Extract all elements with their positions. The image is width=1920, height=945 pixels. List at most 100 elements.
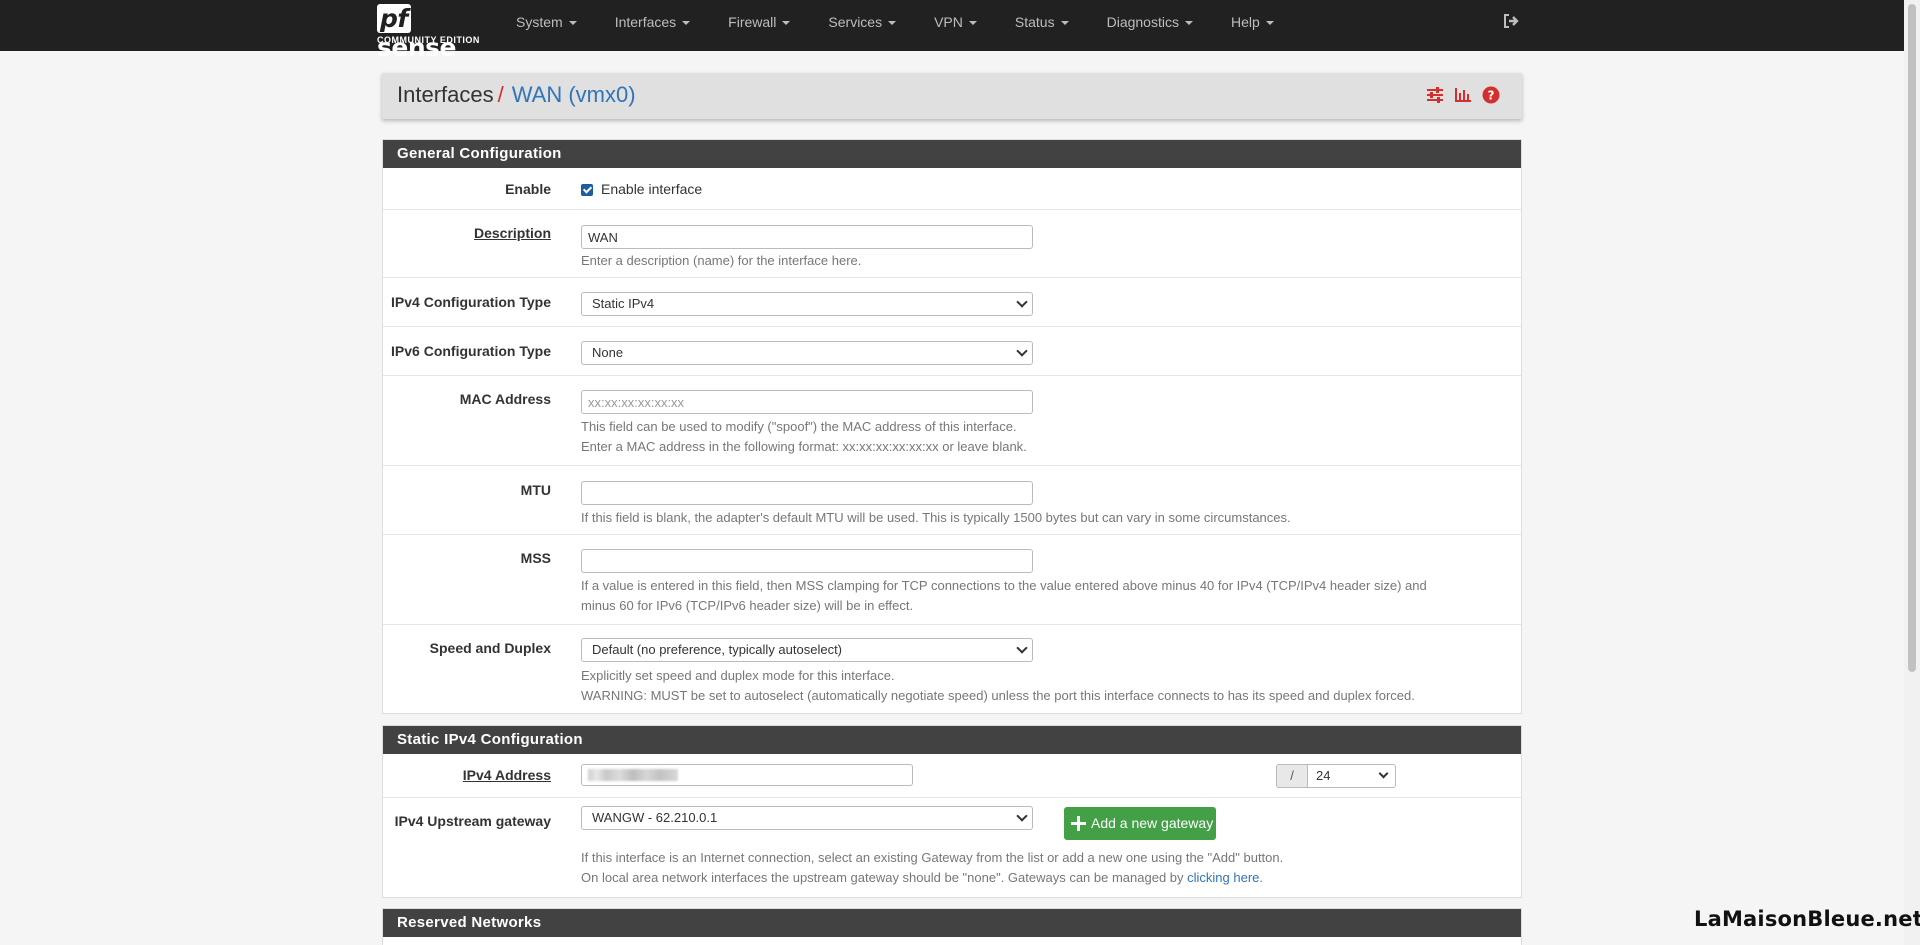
ipv4-gateway-value: WANGW - 62.210.0.1 <box>592 810 718 825</box>
mtu-help: If this field is blank, the adapter's de… <box>581 510 1291 525</box>
general-configuration-panel: General Configuration Enable Enable inte… <box>382 139 1522 714</box>
header-icons: ? <box>1426 86 1500 104</box>
mss-help-1: If a value is entered in this field, the… <box>581 578 1427 593</box>
sign-out-icon[interactable] <box>1502 12 1522 32</box>
breadcrumb-parent[interactable]: Interfaces <box>397 82 494 107</box>
menu-help[interactable]: Help <box>1212 0 1293 51</box>
panel-heading: General Configuration <box>383 140 1521 168</box>
chevron-down-icon <box>1016 296 1028 308</box>
caret-down-icon <box>1265 21 1274 26</box>
speed-duplex-value: Default (no preference, typically autose… <box>592 642 843 657</box>
ipv4-address-input[interactable] <box>581 764 913 786</box>
add-gateway-button[interactable]: Add a new gateway <box>1064 807 1216 840</box>
chevron-down-icon <box>1016 345 1028 357</box>
ipv6-type-label: IPv6 Configuration Type <box>391 343 551 359</box>
speed-help-1: Explicitly set speed and duplex mode for… <box>581 668 895 683</box>
description-input[interactable] <box>581 225 1033 249</box>
gateway-help-1: If this interface is an Internet connect… <box>581 850 1284 865</box>
caret-down-icon <box>682 21 691 26</box>
breadcrumb-separator: / <box>497 82 504 107</box>
cidr-select[interactable]: 24 <box>1307 764 1396 788</box>
gateway-help-2-text: On local area network interfaces the ups… <box>581 870 1188 885</box>
sliders-icon[interactable] <box>1426 86 1444 104</box>
ipv6-type-value: None <box>592 345 624 360</box>
mss-help-2: minus 60 for IPv6 (TCP/IPv6 header size)… <box>581 598 914 613</box>
chevron-down-icon <box>1378 768 1389 779</box>
menu-status-label: Status <box>1014 14 1055 30</box>
cidr-value: 24 <box>1316 768 1331 783</box>
bar-chart-icon[interactable] <box>1454 86 1472 104</box>
mtu-input[interactable] <box>581 481 1033 505</box>
speed-duplex-row: Speed and Duplex Default (no preference,… <box>383 625 1521 713</box>
menu-status[interactable]: Status <box>996 0 1088 51</box>
menu-diagnostics-label: Diagnostics <box>1106 14 1179 30</box>
chevron-down-icon <box>1016 642 1028 654</box>
ipv4-address-label: IPv4 Address <box>462 767 551 783</box>
breadcrumb: Interfaces / WAN (vmx0) <box>397 82 636 108</box>
ipv4-type-select[interactable]: Static IPv4 <box>581 292 1033 316</box>
ipv4-gateway-label: IPv4 Upstream gateway <box>394 813 551 829</box>
menu-interfaces[interactable]: Interfaces <box>596 0 709 51</box>
gateways-link[interactable]: clicking here <box>1187 870 1259 885</box>
ipv4-gateway-row: IPv4 Upstream gateway WANGW - 62.210.0.1… <box>383 798 1521 898</box>
description-row: Description Enter a description (name) f… <box>383 210 1521 278</box>
question-circle-icon[interactable]: ? <box>1482 86 1500 104</box>
description-label: Description <box>473 225 551 241</box>
menu-system-label: System <box>516 14 563 30</box>
speed-duplex-select[interactable]: Default (no preference, typically autose… <box>581 638 1033 662</box>
pfsense-logo[interactable]: pfsense COMMUNITY EDITION <box>377 4 487 62</box>
ipv6-type-row: IPv6 Configuration Type None <box>383 327 1521 376</box>
page-scrollbar[interactable] <box>1904 0 1920 945</box>
enable-control: Enable interface <box>581 181 702 197</box>
speed-help-2: WARNING: MUST be set to autoselect (auto… <box>581 688 1415 703</box>
ipv4-type-value: Static IPv4 <box>592 296 655 311</box>
panel-heading: Reserved Networks <box>383 909 1521 937</box>
menu-firewall[interactable]: Firewall <box>709 0 809 51</box>
ipv4-address-row: IPv4 Address / 24 <box>383 754 1521 798</box>
ipv4-type-label: IPv4 Configuration Type <box>391 294 551 310</box>
caret-down-icon <box>1184 21 1193 26</box>
menu-interfaces-label: Interfaces <box>614 14 677 30</box>
ipv4-gateway-select[interactable]: WANGW - 62.210.0.1 <box>581 806 1033 830</box>
mtu-label: MTU <box>520 482 551 498</box>
chevron-down-icon <box>1016 810 1028 822</box>
mss-row: MSS If a value is entered in this field,… <box>383 535 1521 625</box>
mss-input[interactable] <box>581 549 1033 573</box>
caret-down-icon <box>1060 21 1069 26</box>
logo-pf: pf <box>377 4 411 33</box>
svg-text:?: ? <box>1488 89 1495 103</box>
enable-checkbox-label[interactable]: Enable interface <box>601 181 702 197</box>
panel-heading: Static IPv4 Configuration <box>383 726 1521 754</box>
mss-label: MSS <box>520 550 551 566</box>
static-ipv4-panel: Static IPv4 Configuration IPv4 Address /… <box>382 725 1522 898</box>
scrollbar-thumb[interactable] <box>1908 4 1916 672</box>
breadcrumb-current[interactable]: WAN (vmx0) <box>512 82 636 107</box>
caret-down-icon <box>888 21 897 26</box>
gateway-help-2-suffix: . <box>1259 870 1264 885</box>
caret-down-icon <box>782 21 791 26</box>
enable-checkbox[interactable] <box>581 184 593 197</box>
menu-diagnostics[interactable]: Diagnostics <box>1088 0 1212 51</box>
mac-row: MAC Address This field can be used to mo… <box>383 376 1521 466</box>
add-gateway-label: Add a new gateway <box>1091 815 1214 831</box>
menu-system[interactable]: System <box>497 0 596 51</box>
logo-edition: COMMUNITY EDITION <box>377 35 480 45</box>
mtu-row: MTU If this field is blank, the adapter'… <box>383 466 1521 535</box>
menu-services[interactable]: Services <box>809 0 915 51</box>
top-navbar: pfsense COMMUNITY EDITION System Interfa… <box>0 0 1904 62</box>
caret-down-icon <box>968 21 977 26</box>
redacted-address <box>588 769 678 781</box>
menu-services-label: Services <box>828 14 883 30</box>
enable-label: Enable <box>505 181 551 197</box>
enable-row: Enable Enable interface <box>383 168 1521 210</box>
mac-help-1: This field can be used to modify ("spoof… <box>581 419 1017 434</box>
mac-input[interactable] <box>581 390 1033 414</box>
main-menu: System Interfaces Firewall Services VPN … <box>497 0 1293 51</box>
menu-vpn-label: VPN <box>934 14 963 30</box>
page-header: Interfaces / WAN (vmx0) ? <box>382 73 1522 119</box>
ipv6-type-select[interactable]: None <box>581 341 1033 365</box>
ipv4-type-row: IPv4 Configuration Type Static IPv4 <box>383 278 1521 327</box>
menu-firewall-label: Firewall <box>728 14 777 30</box>
menu-vpn[interactable]: VPN <box>915 0 996 51</box>
reserved-networks-panel: Reserved Networks <box>382 908 1522 945</box>
